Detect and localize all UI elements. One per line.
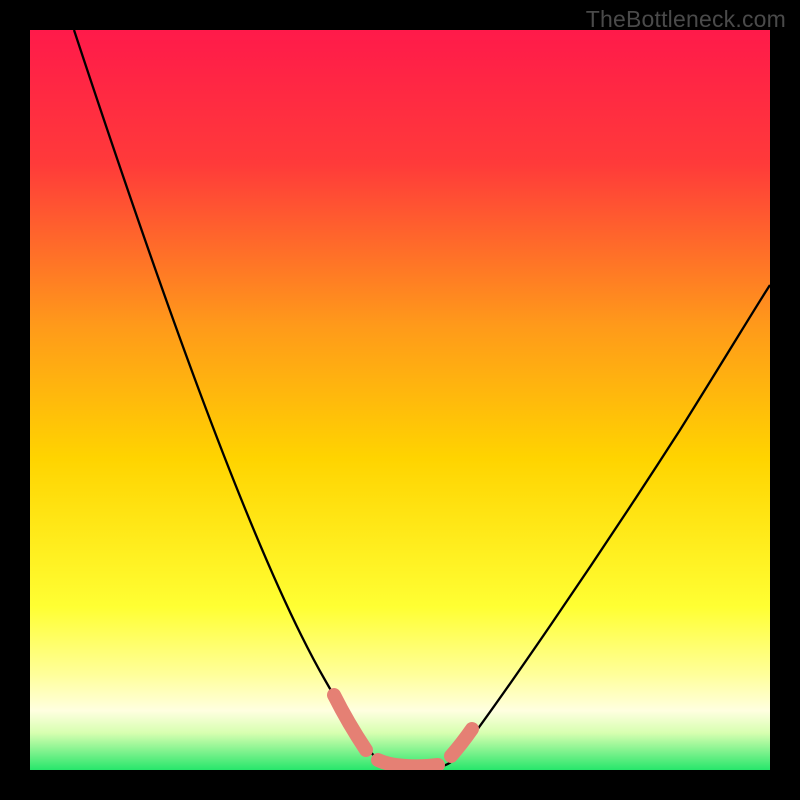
marker-bottom: [378, 760, 438, 766]
plot-area: [30, 30, 770, 770]
watermark-text: TheBottleneck.com: [586, 6, 786, 33]
gradient-background: [30, 30, 770, 770]
chart-svg: [30, 30, 770, 770]
chart-frame: TheBottleneck.com: [0, 0, 800, 800]
